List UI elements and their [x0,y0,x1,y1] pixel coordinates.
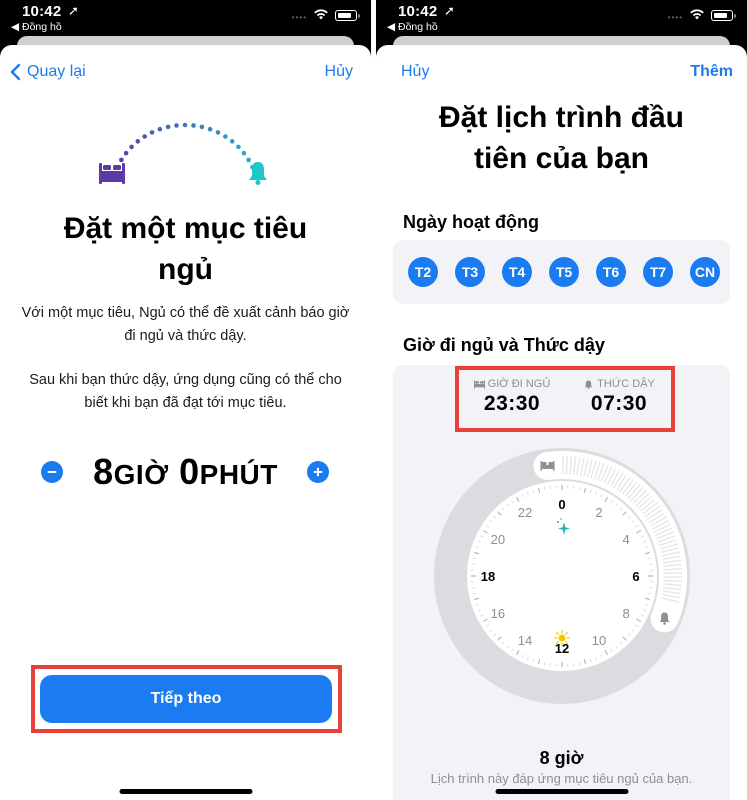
first-schedule-screen: 10:42 ➚ ◀ Đồng hồ •••• Hủy Thêm Đặt lịch… [376,0,747,800]
description-text-2: Sau khi bạn thức dậy, ứng dụng cũng có t… [29,372,342,411]
sleep-duration-note: Lịch trình này đáp ứng mục tiêu ngủ của … [430,771,693,786]
status-bar: 10:42 ➚ ◀ Đồng hồ •••• [0,0,371,40]
back-button[interactable]: Quay lại [10,63,86,81]
clock-hour-label: 0 [558,497,565,512]
arc-dot [165,124,171,130]
arc-dot [119,157,124,163]
battery-icon [335,10,360,21]
arc-dot [174,123,179,128]
home-indicator[interactable] [495,789,628,794]
day-toggle-t6[interactable]: T6 [596,257,626,287]
status-bar: 10:42 ➚ ◀ Đồng hồ •••• [376,0,747,40]
chevron-left-icon [10,63,21,81]
sleep-duration: 8 giờ [539,748,584,768]
active-days-label: Ngày hoạt động [403,212,539,232]
day-toggle-t7[interactable]: T7 [643,257,673,287]
bed-icon [99,163,125,184]
cancel-button[interactable]: Hủy [401,63,429,81]
highlight-box: GIỜ ĐI NGỦ 23:30 THỨC DẬY 07:30 [455,366,675,432]
arc-dot [135,139,141,144]
back-label: Quay lại [27,63,86,80]
status-time: 10:42 [22,3,62,20]
arc-dot [246,157,251,163]
arc-dots [115,122,255,170]
clock-hour-label: 8 [622,606,629,621]
bed-wake-label: Giờ đi ngủ và Thức dậy [403,335,605,355]
arc-texture-tick [663,579,682,582]
wakeup-display[interactable]: THỨC DẬY 07:30 [569,378,669,416]
goal-hours: 8 [93,451,114,492]
bed-icon [473,379,485,389]
goal-minutes: 0 [179,451,200,492]
bell-icon [584,379,593,389]
arc-dot [223,134,228,139]
day-toggle-t5[interactable]: T5 [549,257,579,287]
clock-hour-label: 14 [518,633,532,648]
location-arrow-icon: ➚ [444,3,455,18]
clock-hour-label: 10 [592,633,606,648]
location-arrow-icon: ➚ [68,3,79,18]
sleep-clock-dial[interactable]: 0246810121416182022 [429,438,694,708]
cellular-signal-icon: •••• [291,13,307,22]
arc-dot [236,144,241,150]
clock-hour-label: 4 [622,532,629,547]
arc-dot [241,150,247,156]
arc-dot [229,139,235,144]
clock-hour-label: 16 [491,606,505,621]
wifi-icon [690,9,704,20]
next-button[interactable]: Tiếp theo [40,675,332,723]
day-selector: T2 T3 T4 T5 T6 T7 CN [408,257,720,287]
arc-dot [129,144,134,150]
page-title: Đặt một mục tiêu ngủ [63,212,308,286]
arc-dot [191,123,196,128]
page-title: Đặt lịch trình đầu tiên của bạn [438,101,684,175]
wakeup-label: THỨC DẬY [597,378,655,390]
clock-hour-label: 22 [518,505,532,520]
bedtime-display[interactable]: GIỜ ĐI NGỦ 23:30 [462,378,562,416]
arc-dot [182,122,188,128]
clock-hour-label: 2 [595,505,602,520]
sleep-goal-stepper: 8GIỜ 0PHÚT [0,448,371,498]
back-to-app-link[interactable]: ◀ Đồng hồ [387,21,438,33]
arc-dot [207,126,213,132]
sleep-goal-screen: 10:42 ➚ ◀ Đồng hồ •••• Quay lại Hủy Đặt … [0,0,371,800]
bedtime-label: GIỜ ĐI NGỦ [487,378,551,390]
description-text-1: Với một mục tiêu, Ngủ có thể đề xuất cản… [21,305,350,344]
wifi-icon [314,9,328,20]
highlight-box: Tiếp theo [31,665,342,733]
day-toggle-t4[interactable]: T4 [502,257,532,287]
day-toggle-t3[interactable]: T3 [455,257,485,287]
battery-icon [711,10,736,21]
arc-dot [199,124,205,130]
schedule-card: GIỜ ĐI NGỦ 23:30 THỨC DẬY 07:30 0 2 4 6 8 10 1… [393,365,730,800]
goal-minutes-unit: PHÚT [199,459,278,490]
active-days-card: T2 T3 T4 T5 T6 T7 CN [393,240,730,304]
sun-icon [553,629,571,647]
modal-sheet: Quay lại Hủy Đặt một mục tiêu ngủ Với mộ… [0,45,371,800]
clock-hour-label: 18 [481,569,495,584]
modal-sheet: Hủy Thêm Đặt lịch trình đầu tiên của bạn… [376,45,747,800]
bedtime-value: 23:30 [483,392,541,415]
arc-dot [123,150,129,156]
arc-dot [149,130,155,135]
day-toggle-cn[interactable]: CN [690,257,720,287]
back-to-app-link[interactable]: ◀ Đồng hồ [11,21,62,33]
cellular-signal-icon: •••• [667,13,683,22]
add-button[interactable]: Thêm [690,63,733,81]
sleep-arc-illustration [99,122,267,185]
arc-texture-tick [565,456,568,475]
arc-dot [157,126,163,132]
home-indicator[interactable] [119,789,252,794]
goal-hours-unit: GIỜ [113,459,169,490]
clock-hour-label: 20 [491,532,505,547]
clock-hour-label: 6 [632,569,639,584]
increase-goal-button[interactable] [307,461,329,483]
arc-dot [215,130,221,135]
wakeup-value: 07:30 [590,392,648,415]
status-time: 10:42 [398,3,438,20]
plus-icon [313,467,323,477]
cancel-button[interactable]: Hủy [325,63,353,81]
day-toggle-t2[interactable]: T2 [408,257,438,287]
arc-dot [142,134,147,139]
